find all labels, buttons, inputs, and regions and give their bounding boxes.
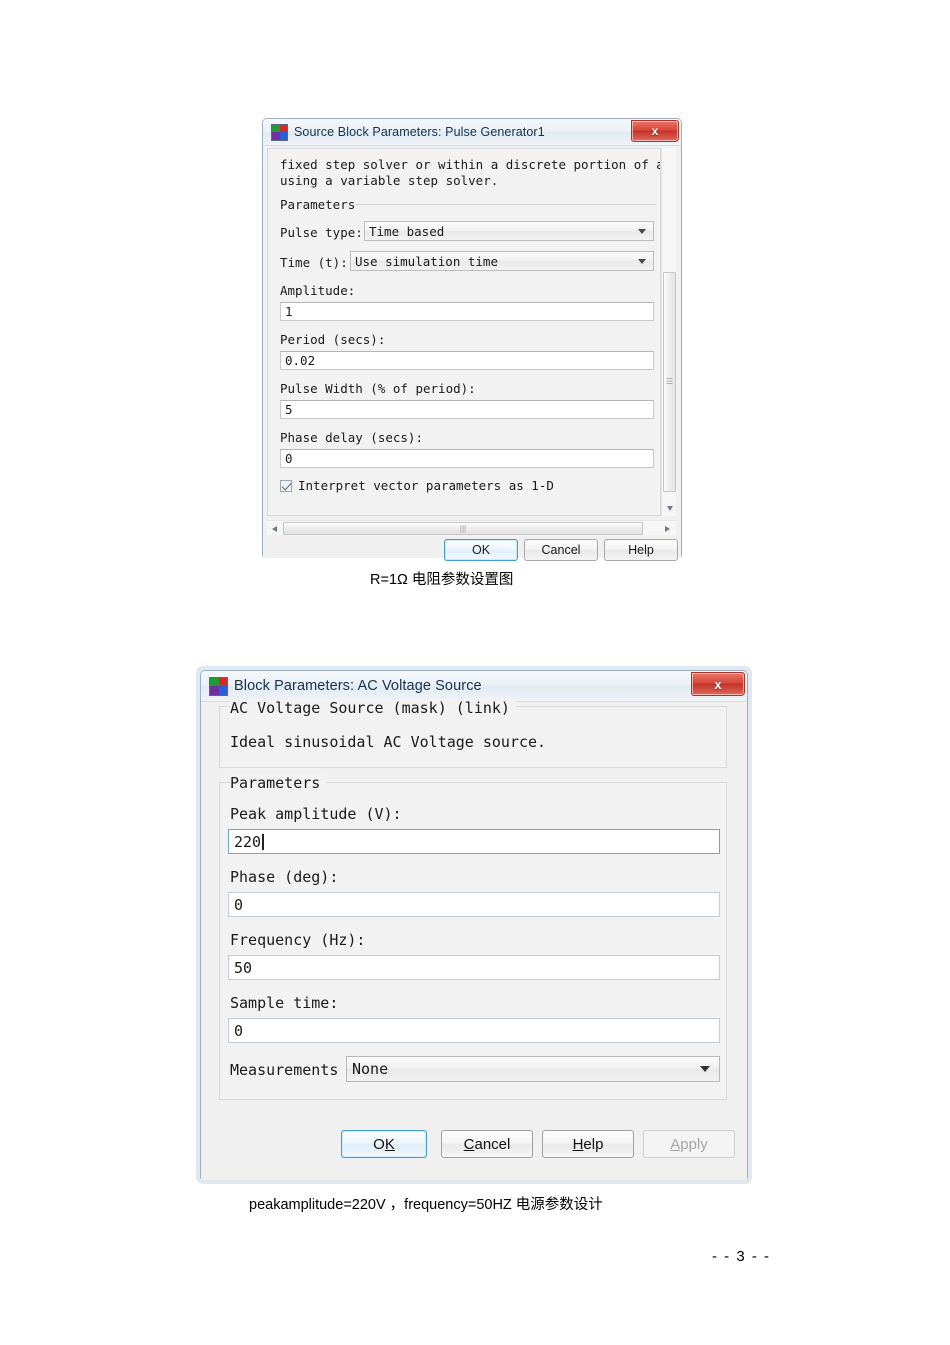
amplitude-label: Amplitude: [280, 283, 356, 298]
period-value: 0.02 [285, 353, 316, 368]
phase-delay-value: 0 [285, 451, 293, 466]
phase-label: Phase (deg): [230, 868, 339, 886]
caption-resistor-params: R=1Ω 电阻参数设置图 [370, 572, 514, 588]
ok-label-mnemonic: K [384, 1135, 395, 1153]
help-button[interactable]: Help [604, 539, 678, 561]
checkbox-checked-icon[interactable] [280, 479, 292, 492]
cancel-label-post: ancel [474, 1135, 511, 1153]
mask-description-text: Ideal sinusoidal AC Voltage source. [230, 733, 547, 751]
chevron-down-icon [638, 229, 646, 234]
cancel-button[interactable]: Cancel [524, 539, 598, 561]
help-button[interactable]: Help [542, 1130, 634, 1158]
time-select[interactable]: Use simulation time [350, 251, 654, 271]
ok-button[interactable]: OK [341, 1130, 427, 1158]
dialog1-body: fixed step solver or within a discrete p… [263, 146, 681, 561]
phase-input[interactable]: 0 [228, 892, 720, 917]
page-number: - - 3 - - [712, 1248, 771, 1265]
apply-label-post: pply [680, 1135, 708, 1153]
measurements-value: None [352, 1060, 389, 1078]
ac-voltage-source-dialog-frame: Block Parameters: AC Voltage Source x AC… [196, 666, 752, 1184]
dialog1-description: fixed step solver or within a discrete p… [280, 157, 660, 188]
dialog1-vertical-scrollbar[interactable]: ☰ [661, 148, 676, 516]
pulse-width-input[interactable]: 5 [280, 400, 654, 419]
dialog2-title: Block Parameters: AC Voltage Source [234, 678, 482, 694]
dialog1-horizontal-scrollbar[interactable]: ||| [267, 520, 676, 535]
apply-button: Apply [643, 1130, 735, 1158]
mask-description-panel: AC Voltage Source (mask) (link) Ideal si… [219, 699, 727, 768]
pulse-type-select[interactable]: Time based [364, 221, 654, 241]
help-label-post: elp [583, 1135, 604, 1153]
time-label: Time (t): [280, 255, 348, 270]
scroll-left-icon[interactable] [267, 521, 282, 536]
help-label-mnemonic: H [572, 1135, 584, 1153]
period-input[interactable]: 0.02 [280, 351, 654, 370]
ok-button[interactable]: OK [444, 539, 518, 561]
dialog1-titlebar[interactable]: Source Block Parameters: Pulse Generator… [263, 119, 681, 146]
dialog2-body: AC Voltage Source (mask) (link) Ideal si… [201, 699, 747, 1180]
scroll-up-icon[interactable] [662, 148, 677, 163]
scroll-down-icon[interactable] [662, 501, 677, 516]
chevron-down-icon [700, 1066, 710, 1072]
sample-time-input[interactable]: 0 [228, 1018, 720, 1043]
amplitude-input[interactable]: 1 [280, 302, 654, 321]
frequency-input[interactable]: 50 [228, 955, 720, 980]
simulink-block-icon [271, 123, 288, 141]
interpret-vector-checkbox-row[interactable]: Interpret vector parameters as 1-D [280, 478, 554, 493]
chevron-down-icon [638, 259, 646, 264]
caption-source-params: peakamplitude=220V ，frequency=50HZ 电源参数设… [249, 1197, 603, 1213]
phase-delay-input[interactable]: 0 [280, 449, 654, 468]
mask-header-label: AC Voltage Source (mask) (link) [230, 699, 516, 717]
pulse-width-value: 5 [285, 402, 293, 417]
peak-amplitude-value: 220 [234, 832, 262, 851]
period-label: Period (secs): [280, 332, 386, 347]
parameters-group-label: Parameters [280, 197, 362, 212]
ok-label-pre: O [373, 1135, 385, 1153]
dialog1-scroll-panel: fixed step solver or within a discrete p… [267, 148, 661, 516]
simulink-block-icon [209, 676, 228, 696]
text-cursor [262, 833, 264, 850]
pulse-generator-dialog: Source Block Parameters: Pulse Generator… [262, 118, 682, 561]
parameters-panel: Parameters Peak amplitude (V): 220 Phase… [219, 774, 727, 1100]
cancel-label-mnemonic: C [463, 1135, 475, 1153]
phase-delay-label: Phase delay (secs): [280, 430, 423, 445]
pulse-type-value: Time based [369, 223, 445, 239]
pulse-type-label: Pulse type: [280, 225, 363, 240]
cancel-button[interactable]: Cancel [441, 1130, 533, 1158]
apply-label-mnemonic: A [670, 1135, 681, 1153]
scroll-grip-icon: ☰ [665, 377, 674, 386]
pulse-width-label: Pulse Width (% of period): [280, 381, 476, 396]
ac-voltage-source-dialog: Block Parameters: AC Voltage Source x AC… [200, 670, 748, 1180]
scroll-grip-icon: ||| [459, 523, 467, 533]
dialog2-titlebar[interactable]: Block Parameters: AC Voltage Source x [201, 671, 747, 702]
measurements-label: Measurements [230, 1061, 339, 1079]
amplitude-value: 1 [285, 304, 293, 319]
vertical-scroll-thumb[interactable]: ☰ [663, 272, 676, 492]
sample-time-label: Sample time: [230, 994, 339, 1012]
peak-amplitude-label: Peak amplitude (V): [230, 805, 402, 823]
sample-time-value: 0 [234, 1021, 244, 1040]
parameters-group-label: Parameters [230, 774, 327, 792]
frequency-label: Frequency (Hz): [230, 931, 366, 949]
close-icon[interactable]: x [691, 672, 745, 696]
measurements-select[interactable]: None [346, 1056, 720, 1082]
parameters-group-divider [356, 204, 656, 205]
scroll-right-icon[interactable] [660, 521, 675, 536]
time-value: Use simulation time [355, 253, 498, 269]
dialog1-title: Source Block Parameters: Pulse Generator… [294, 125, 545, 139]
horizontal-scroll-thumb[interactable]: ||| [283, 522, 643, 535]
interpret-vector-label: Interpret vector parameters as 1-D [298, 478, 554, 493]
peak-amplitude-input[interactable]: 220 [228, 829, 720, 854]
frequency-value: 50 [234, 958, 253, 977]
close-icon[interactable]: x [631, 120, 679, 142]
phase-value: 0 [234, 895, 244, 914]
